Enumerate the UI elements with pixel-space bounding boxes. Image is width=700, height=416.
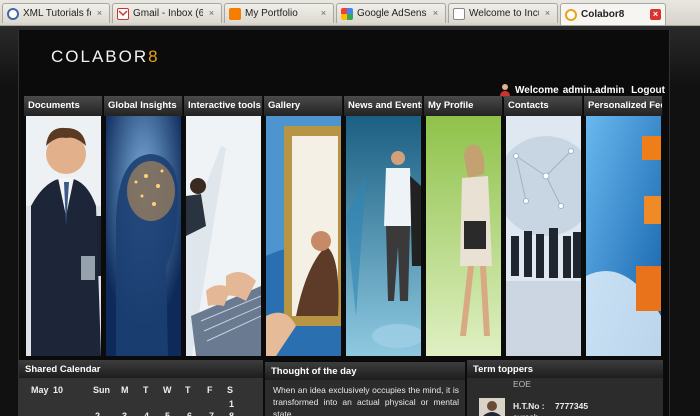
weekday-sun: Sun <box>93 385 110 395</box>
nav-label: Personalized Feeds <box>584 96 663 116</box>
nav-item-documents[interactable]: Documents <box>24 96 103 358</box>
calendar-header: Shared Calendar <box>19 360 263 378</box>
weekday-tue: T <box>143 385 149 395</box>
nav-item-personalized-feeds[interactable]: Personalized Feeds <box>584 96 663 358</box>
thought-panel: When an idea exclusively occupies the mi… <box>265 380 465 416</box>
nav-label: Interactive tools <box>184 96 263 116</box>
close-icon[interactable]: × <box>542 8 553 19</box>
calendar-year: 10 <box>53 385 64 395</box>
logout-link[interactable]: Logout <box>631 85 665 96</box>
browser-tab-5[interactable]: Welcome to Incubat... × <box>448 3 558 23</box>
calendar-panel: May 10 Sun M T W T F S 1 2 3 4 5 6 7 8 <box>19 378 263 416</box>
toppers-panel: EOE H.T.No : 7777345 suresh <box>467 378 663 416</box>
weekday-thu: T <box>185 385 191 395</box>
weekday-sat: S <box>227 385 234 395</box>
nav-label: Global Insights <box>104 96 183 116</box>
site-frame: COLABOR8 Welcome admin.admin Logout Docu… <box>18 30 670 416</box>
page-icon <box>453 7 465 20</box>
browser-tab-1[interactable]: XML Tutorials for Beg... × <box>2 3 110 23</box>
site-logo[interactable]: COLABOR8 <box>51 47 160 67</box>
tab-title: Colabor8 <box>581 9 625 20</box>
keyboard-image <box>186 116 261 356</box>
nav-label: Contacts <box>504 96 583 116</box>
thought-header: Thought of the day <box>265 362 465 380</box>
browser-tab-6[interactable]: Colabor8 × <box>560 3 666 25</box>
nav-item-news-and-events[interactable]: News and Events <box>344 96 423 358</box>
calendar-day[interactable]: 5 <box>165 411 170 416</box>
calendar-day[interactable]: 3 <box>122 411 127 416</box>
calendar-day[interactable]: 2 <box>95 411 100 416</box>
w3-icon <box>7 7 19 20</box>
weekday-mon: M <box>121 385 129 395</box>
logo-accent: 8 <box>148 47 160 66</box>
nav-label: News and Events <box>344 96 423 116</box>
user-icon <box>500 84 510 97</box>
topper-avatar <box>479 398 505 416</box>
topper-ht-value: 7777345 <box>555 401 589 411</box>
nav-item-gallery[interactable]: Gallery <box>264 96 343 358</box>
network-image <box>506 116 581 356</box>
browser-tab-4[interactable]: Google AdSense × <box>336 3 446 23</box>
google-icon <box>341 7 353 20</box>
man-image <box>346 116 421 356</box>
nav-label: Gallery <box>264 96 343 116</box>
browser-tab-2[interactable]: Gmail - Inbox (643) -... × <box>112 3 222 23</box>
businessman-image <box>26 116 101 356</box>
nav-item-interactive-tools[interactable]: Interactive tools <box>184 96 263 358</box>
nav-label: My Profile <box>424 96 503 116</box>
web-page: COLABOR8 Welcome admin.admin Logout Docu… <box>0 26 700 416</box>
tab-title: My Portfolio <box>245 8 298 19</box>
topper-ht-label: H.T.No : <box>513 401 545 411</box>
thought-text: When an idea exclusively occupies the mi… <box>273 385 459 416</box>
weekday-fri: F <box>207 385 213 395</box>
nav-item-global-insights[interactable]: Global Insights <box>104 96 183 358</box>
nav-label: Documents <box>24 96 103 116</box>
main-nav: Documents Global Insights Interactive to… <box>24 96 664 358</box>
brain-image <box>106 116 181 356</box>
close-icon[interactable]: × <box>94 8 105 19</box>
nav-item-my-profile[interactable]: My Profile <box>424 96 503 358</box>
browser-tab-bar: XML Tutorials for Beg... × Gmail - Inbox… <box>0 0 700 26</box>
tab-title: Gmail - Inbox (643) -... <box>133 8 203 19</box>
colabor8-icon <box>565 8 577 21</box>
calendar-day[interactable]: 6 <box>187 411 192 416</box>
calendar-day[interactable]: 7 <box>209 411 214 416</box>
calendar-month: May <box>31 385 49 395</box>
tab-title: Google AdSense <box>357 8 427 19</box>
calendar-day[interactable]: 8 <box>229 411 234 416</box>
gmail-icon <box>117 7 129 20</box>
businesswoman-image <box>426 116 501 356</box>
close-icon[interactable]: × <box>318 8 329 19</box>
picture-frame-image <box>266 116 341 356</box>
toppers-header: Term toppers <box>467 360 663 378</box>
username: admin.admin <box>562 84 625 96</box>
weekday-wed: W <box>163 385 172 395</box>
cubes-image <box>586 116 661 356</box>
welcome-label: Welcome <box>515 84 559 96</box>
tab-title: XML Tutorials for Beg... <box>23 8 91 19</box>
calendar-day[interactable]: 4 <box>144 411 149 416</box>
topper-name: suresh <box>513 412 539 416</box>
calendar-day[interactable]: 1 <box>229 399 234 409</box>
tab-title: Welcome to Incubat... <box>469 8 539 19</box>
close-icon[interactable]: × <box>206 8 217 19</box>
logo-text: COLABOR <box>51 47 149 66</box>
nav-item-contacts[interactable]: Contacts <box>504 96 583 358</box>
close-icon[interactable]: × <box>430 8 441 19</box>
close-icon[interactable]: × <box>650 9 661 20</box>
browser-tab-3[interactable]: My Portfolio × <box>224 3 334 23</box>
blogger-icon <box>229 7 241 20</box>
topper-name-prev: EOE <box>513 379 531 389</box>
